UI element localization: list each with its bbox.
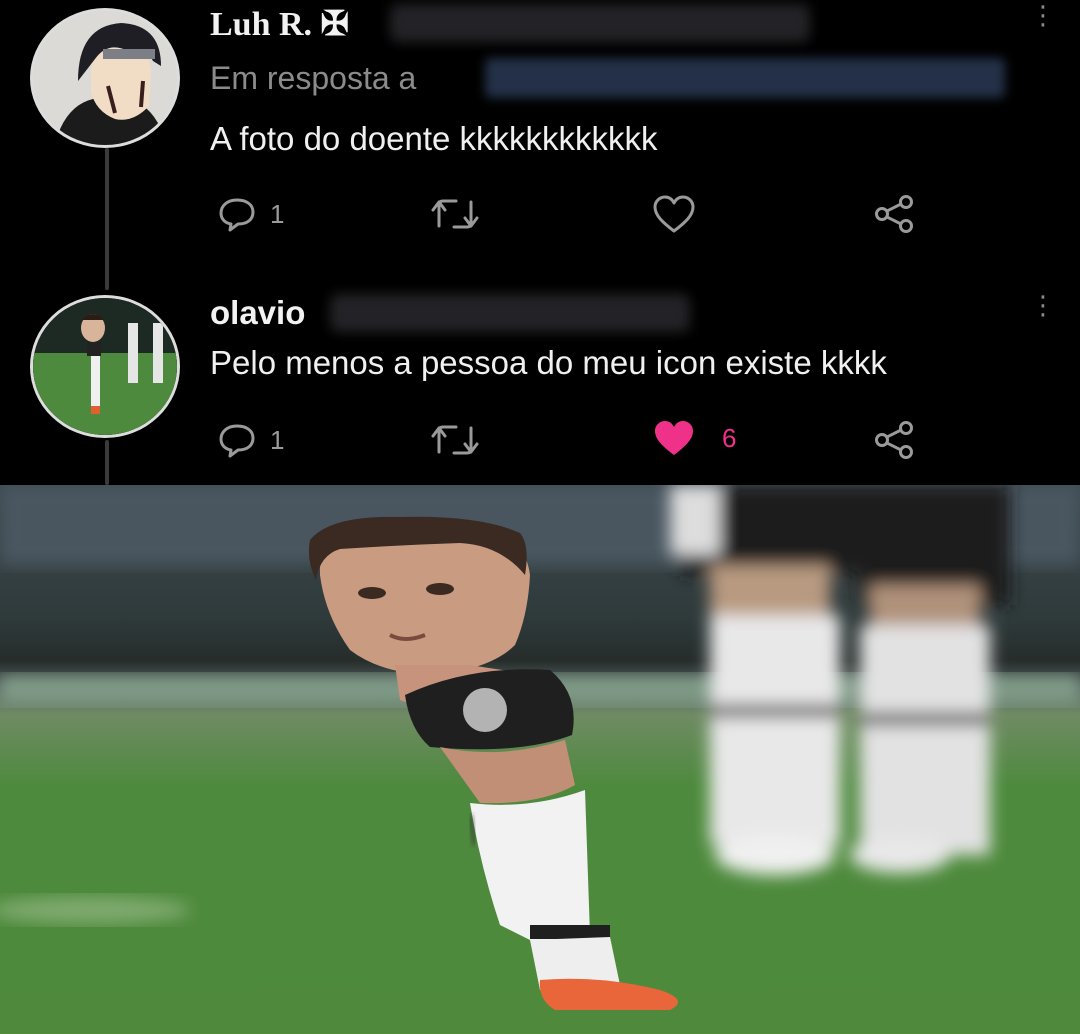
avatar[interactable] [30, 295, 180, 438]
reply-icon [219, 198, 255, 232]
avatar[interactable] [30, 8, 180, 148]
retweet-icon [431, 199, 479, 229]
more-icon[interactable]: ⋮ [1030, 292, 1056, 318]
more-icon[interactable]: ⋮ [1030, 2, 1056, 28]
like-button[interactable] [652, 194, 696, 234]
display-name[interactable]: Luh R. ✠ [210, 4, 349, 44]
attached-photo[interactable] [0, 485, 1080, 1034]
display-name[interactable]: olavio [210, 294, 305, 332]
blurred-handle [330, 294, 690, 332]
reply-button[interactable]: 1 [218, 422, 284, 458]
share-icon [875, 195, 913, 233]
thread-connector [105, 148, 109, 290]
retweet-icon [431, 425, 479, 455]
avatar-image [33, 11, 177, 145]
reply-count: 1 [270, 198, 285, 229]
thread-connector [105, 440, 109, 485]
like-icon-filled [655, 421, 693, 455]
thread: Luh R. ✠ ⋮ Em resposta a A foto do doent… [0, 0, 1080, 485]
retweet-button[interactable] [430, 196, 480, 232]
reply-icon [219, 424, 255, 458]
like-icon [653, 195, 695, 233]
share-button[interactable] [872, 420, 916, 460]
like-count: 6 [722, 422, 737, 453]
share-button[interactable] [872, 194, 916, 234]
share-icon [875, 421, 913, 459]
football-player-image [0, 485, 1080, 1010]
blurred-handle [390, 4, 810, 42]
tweet-text: Pelo menos a pessoa do meu icon existe k… [210, 344, 887, 381]
avatar-image [33, 298, 177, 435]
retweet-button[interactable] [430, 422, 480, 458]
reply-to-label: Em resposta a [210, 60, 417, 96]
reply-count: 1 [270, 424, 285, 455]
blurred-reply-handle[interactable] [485, 58, 1005, 98]
reply-button[interactable]: 1 [218, 196, 284, 232]
like-button[interactable]: 6 [652, 418, 736, 458]
tweet-text: A foto do doente kkkkkkkkkkkk [210, 120, 658, 157]
